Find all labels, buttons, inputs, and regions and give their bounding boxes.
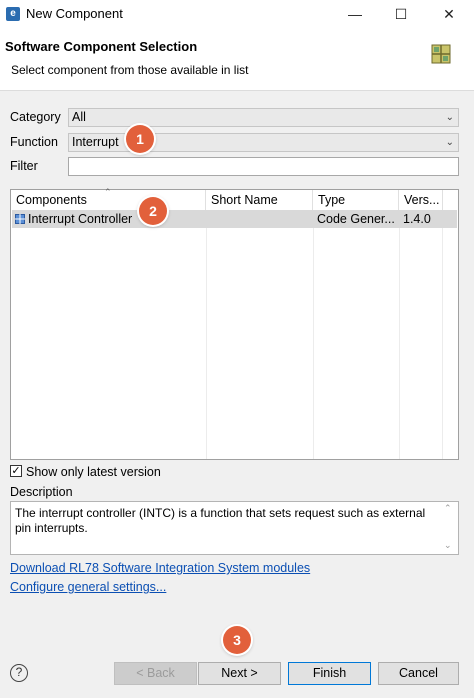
help-icon[interactable]: ? xyxy=(10,664,28,682)
function-label: Function xyxy=(10,135,58,149)
function-value: Interrupt xyxy=(72,135,119,149)
type-cell: Code Gener... xyxy=(317,212,395,226)
category-value: All xyxy=(72,110,86,124)
column-divider xyxy=(206,210,207,459)
configure-settings-link[interactable]: Configure general settings... xyxy=(10,580,166,594)
category-select[interactable]: All ⌄ xyxy=(68,108,459,127)
close-button[interactable]: ✕ xyxy=(437,3,461,25)
download-modules-link[interactable]: Download RL78 Software Integration Syste… xyxy=(10,561,310,575)
window-title: New Component xyxy=(26,6,123,21)
next-button[interactable]: Next > xyxy=(198,662,281,685)
column-divider xyxy=(442,210,443,459)
table-row[interactable]: Interrupt Controller Code Gener... 1.4.0 xyxy=(12,210,457,228)
column-header-version[interactable]: Vers... xyxy=(399,190,443,210)
show-latest-checkbox[interactable]: ✓ xyxy=(10,465,22,477)
scroll-down-icon[interactable]: ⌄ xyxy=(444,540,452,551)
column-divider xyxy=(399,210,400,459)
short-name-cell xyxy=(206,210,313,228)
page-title: Software Component Selection xyxy=(5,39,198,54)
minimize-button[interactable]: — xyxy=(343,3,367,25)
finish-button[interactable]: Finish xyxy=(288,662,371,685)
app-icon: e xyxy=(6,7,20,21)
version-cell: 1.4.0 xyxy=(403,212,431,226)
chevron-down-icon: ⌄ xyxy=(445,112,454,123)
category-label: Category xyxy=(10,110,61,124)
annotation-badge-1: 1 xyxy=(126,125,154,153)
chevron-down-icon: ⌄ xyxy=(445,137,454,148)
component-name: Interrupt Controller xyxy=(28,212,133,226)
filter-label: Filter xyxy=(10,159,38,173)
component-grid-icon xyxy=(430,43,452,65)
show-latest-label: Show only latest version xyxy=(26,465,161,479)
components-table[interactable]: Components ⌃ Short Name Type Vers... Int… xyxy=(10,187,459,460)
annotation-badge-3: 3 xyxy=(223,626,251,654)
page-subtitle: Select component from those available in… xyxy=(11,63,249,77)
filter-input[interactable] xyxy=(68,157,459,176)
description-label: Description xyxy=(10,485,73,499)
description-text: The interrupt controller (INTC) is a fun… xyxy=(10,501,459,555)
cancel-button[interactable]: Cancel xyxy=(378,662,459,685)
annotation-badge-2: 2 xyxy=(139,197,167,225)
component-tree-icon xyxy=(15,211,25,224)
back-button[interactable]: < Back xyxy=(114,662,197,685)
column-header-type[interactable]: Type xyxy=(313,190,399,210)
scroll-up-icon[interactable]: ⌃ xyxy=(444,503,452,514)
column-divider xyxy=(313,210,314,459)
column-header-short-name[interactable]: Short Name xyxy=(206,190,313,210)
sort-ascending-icon: ⌃ xyxy=(104,187,112,197)
maximize-button[interactable]: ☐ xyxy=(389,3,413,25)
